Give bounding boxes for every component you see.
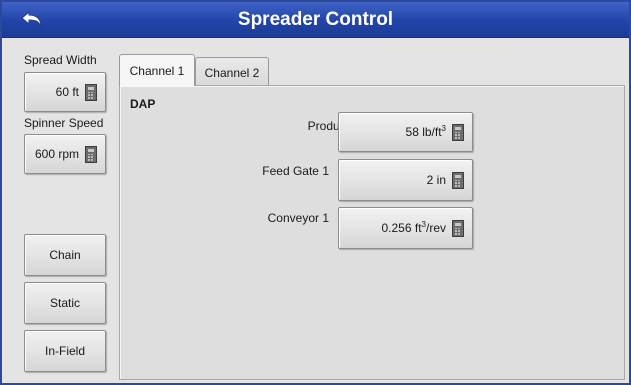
spread-width-button[interactable]: 60 ft	[24, 72, 106, 112]
spinner-speed-label: Spinner Speed	[24, 116, 104, 130]
conveyor-rate-value: 0.256 ft3/rev	[381, 220, 447, 236]
tab-channel-1[interactable]: Channel 1	[119, 54, 195, 86]
chain-button[interactable]: Chain	[24, 234, 106, 276]
calculator-icon	[452, 123, 464, 141]
static-button[interactable]: Static	[24, 282, 106, 324]
spread-width-value: 60 ft	[55, 85, 79, 99]
tab-channel-1-label: Channel 1	[129, 63, 185, 78]
page-title: Spreader Control	[237, 9, 394, 30]
product-label: Product	[307, 119, 349, 133]
tab-channel-2[interactable]: Channel 2	[195, 57, 269, 87]
spinner-speed-button[interactable]: 600 rpm	[24, 134, 106, 174]
calculator-icon	[85, 83, 97, 101]
static-button-label: Static	[49, 296, 80, 310]
calculator-icon	[452, 171, 464, 189]
chain-button-label: Chain	[49, 248, 81, 262]
in-field-button-label: In-Field	[44, 344, 85, 358]
conveyor-label: Conveyor 1	[267, 211, 329, 225]
feed-gate-value: 2 in	[426, 173, 446, 187]
feed-gate-button[interactable]: 2 in	[338, 159, 473, 201]
product-name-heading: DAP	[130, 97, 156, 111]
calculator-icon	[85, 145, 97, 163]
spreader-control-window: Spreader Control Spread Width 60 ft Spin…	[0, 0, 631, 385]
conveyor-rate-button[interactable]: 0.256 ft3/rev	[338, 207, 473, 249]
title-bar: Spreader Control	[2, 2, 629, 38]
spinner-speed-value: 600 rpm	[34, 147, 79, 161]
in-field-button[interactable]: In-Field	[24, 330, 106, 372]
feed-gate-label: Feed Gate 1	[262, 164, 329, 178]
product-rate-button[interactable]: 58 lb/ft3	[338, 112, 473, 152]
tab-channel-2-label: Channel 2	[204, 65, 260, 80]
product-rate-value: 58 lb/ft3	[405, 124, 446, 140]
calculator-icon	[452, 219, 464, 237]
spread-width-label: Spread Width	[24, 53, 97, 67]
